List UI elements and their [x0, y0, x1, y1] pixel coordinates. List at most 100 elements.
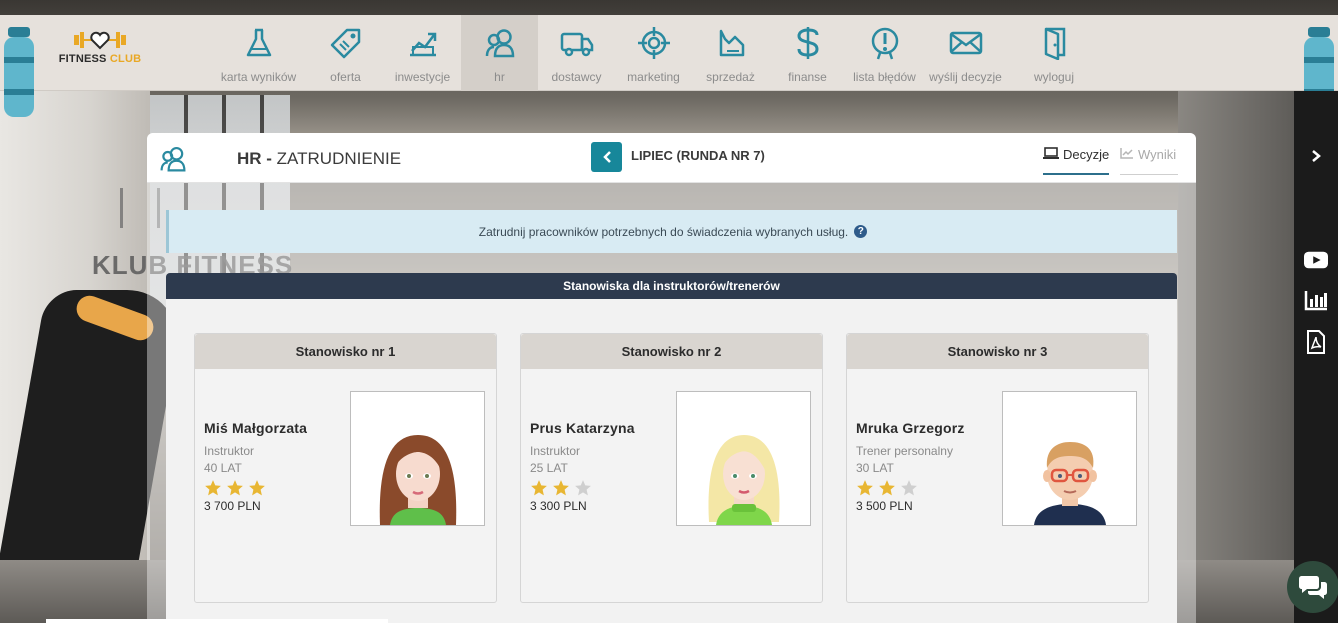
- round-label: LIPIEC (RUNDA NR 7): [631, 148, 765, 163]
- dollar-icon: [790, 25, 826, 61]
- candidate-role: Instruktor: [204, 444, 255, 458]
- position-title: Stanowisko nr 1: [195, 334, 496, 369]
- star-filled-icon: [553, 480, 569, 496]
- chat-button[interactable]: [1287, 561, 1338, 613]
- expand-sidebar-button[interactable]: [1304, 144, 1328, 168]
- position-title: Stanowisko nr 3: [847, 334, 1148, 369]
- man-glasses-avatar: [1033, 442, 1106, 525]
- youtube-icon: [1304, 251, 1328, 269]
- bar-chart-icon: [1304, 291, 1327, 311]
- nav-wyslij-decyzje[interactable]: wyślij decyzje: [923, 15, 1008, 91]
- candidate-salary: 3 700 PLN: [204, 499, 261, 513]
- chevron-left-icon: [602, 151, 611, 163]
- tab-results-label: Wyniki: [1138, 147, 1177, 162]
- nav-label: oferta: [330, 70, 361, 84]
- nav-label: karta wyników: [220, 70, 297, 84]
- previous-round-button[interactable]: [591, 142, 622, 172]
- nav-label: lista błędów: [853, 70, 916, 84]
- right-sidebar: [1294, 91, 1338, 623]
- woman-blonde-hair-avatar: [707, 435, 780, 525]
- people-icon: [160, 146, 186, 172]
- nav-label: wyloguj: [1033, 70, 1075, 84]
- star-empty-icon: [901, 480, 917, 496]
- fitness-club-logo[interactable]: FITNESS CLUB: [54, 29, 146, 77]
- tab-results[interactable]: Wyniki: [1120, 147, 1179, 175]
- nav-label: wyślij decyzje: [929, 70, 1002, 84]
- nav-oferta[interactable]: oferta: [307, 15, 384, 91]
- star-filled-icon: [857, 480, 873, 496]
- water-bottle-left-icon: [4, 27, 34, 117]
- nav-label: dostawcy: [551, 70, 602, 84]
- envelope-icon: [948, 25, 984, 61]
- rating-stars: [204, 479, 266, 497]
- pdf-button[interactable]: [1304, 330, 1328, 354]
- star-filled-icon: [227, 480, 243, 496]
- people-icon: [482, 25, 518, 61]
- nav-inwestycje[interactable]: inwestycje: [384, 15, 461, 91]
- nav-label: finanse: [788, 70, 827, 84]
- main-nav: karta wyników oferta inwestycje hr dosta…: [210, 15, 1100, 91]
- logout-icon: [1036, 25, 1072, 61]
- candidate-name: Miś Małgorzata: [204, 420, 308, 436]
- tag-icon: [328, 25, 364, 61]
- position-card-2[interactable]: Stanowisko nr 2 Prus Katarzyna Instrukto…: [520, 333, 823, 603]
- dumbbell-heart-icon: [74, 31, 126, 50]
- youtube-button[interactable]: [1304, 248, 1328, 272]
- nav-finanse[interactable]: finanse: [769, 15, 846, 91]
- position-card-1[interactable]: Stanowisko nr 1 Miś Małgorzata Instrukto…: [194, 333, 497, 603]
- star-filled-icon: [879, 480, 895, 496]
- candidate-age: 40 LAT: [204, 461, 242, 475]
- candidate-role: Instruktor: [530, 444, 581, 458]
- truck-icon: [559, 25, 595, 61]
- info-text: Zatrudnij pracowników potrzebnych do świ…: [478, 224, 849, 239]
- candidate-age: 25 LAT: [530, 461, 568, 475]
- star-filled-icon: [205, 480, 221, 496]
- nav-hr[interactable]: hr: [461, 15, 538, 91]
- top-navigation-bar: FITNESS CLUB karta wyników oferta inwest…: [0, 15, 1338, 117]
- page-title-rest: ZATRUDNIENIE: [271, 149, 402, 168]
- pdf-file-icon: [1307, 330, 1325, 354]
- tab-decisions-label: Decyzje: [1063, 147, 1110, 162]
- nav-wyloguj[interactable]: wyloguj: [1008, 15, 1100, 91]
- help-icon[interactable]: ?: [854, 225, 868, 238]
- nav-label: hr: [494, 70, 505, 84]
- woman-brown-hair-avatar: [379, 435, 456, 525]
- star-filled-icon: [249, 480, 265, 496]
- investment-icon: [405, 25, 441, 61]
- nav-marketing[interactable]: marketing: [615, 15, 692, 91]
- star-filled-icon: [531, 480, 547, 496]
- panel-header: HR - ZATRUDNIENIE LIPIEC (RUNDA NR 7) De…: [147, 133, 1196, 183]
- nav-sprzedaz[interactable]: sprzedaż: [692, 15, 769, 91]
- target-icon: [636, 25, 672, 61]
- candidate-age: 30 LAT: [856, 461, 894, 475]
- flask-icon: [241, 25, 277, 61]
- positions-container: Stanowisko nr 1 Miś Małgorzata Instrukto…: [166, 299, 1177, 623]
- nav-karta-wynikow[interactable]: karta wyników: [210, 15, 307, 91]
- hr-panel: HR - ZATRUDNIENIE LIPIEC (RUNDA NR 7) De…: [147, 133, 1196, 623]
- nav-label: inwestycje: [394, 70, 451, 84]
- logo-text-fitness: FITNESS: [58, 53, 107, 65]
- stats-button[interactable]: [1304, 288, 1328, 312]
- candidate-photo[interactable]: [350, 391, 485, 526]
- rating-stars: [530, 479, 592, 497]
- chevron-right-icon: [1312, 150, 1321, 162]
- chat-bubbles-icon: [1299, 576, 1327, 599]
- candidate-name: Mruka Grzegorz: [856, 420, 965, 436]
- nav-label: marketing: [627, 70, 680, 84]
- star-empty-icon: [575, 480, 591, 496]
- nav-lista-bledow[interactable]: lista błędów: [846, 15, 923, 91]
- info-banner: Zatrudnij pracowników potrzebnych do świ…: [166, 210, 1177, 253]
- bottom-strip: [46, 619, 388, 623]
- error-icon: [867, 25, 903, 61]
- candidate-photo[interactable]: [1002, 391, 1137, 526]
- candidate-name: Prus Katarzyna: [530, 420, 635, 436]
- candidate-salary: 3 300 PLN: [530, 499, 587, 513]
- page-title-bold: HR -: [237, 149, 272, 168]
- nav-dostawcy[interactable]: dostawcy: [538, 15, 615, 91]
- laptop-icon: [1043, 147, 1059, 159]
- position-card-3[interactable]: Stanowisko nr 3 Mruka Grzegorz Trener pe…: [846, 333, 1149, 603]
- tab-decisions[interactable]: Decyzje: [1043, 147, 1110, 175]
- sales-icon: [713, 25, 749, 61]
- position-title: Stanowisko nr 2: [521, 334, 822, 369]
- candidate-photo[interactable]: [676, 391, 811, 526]
